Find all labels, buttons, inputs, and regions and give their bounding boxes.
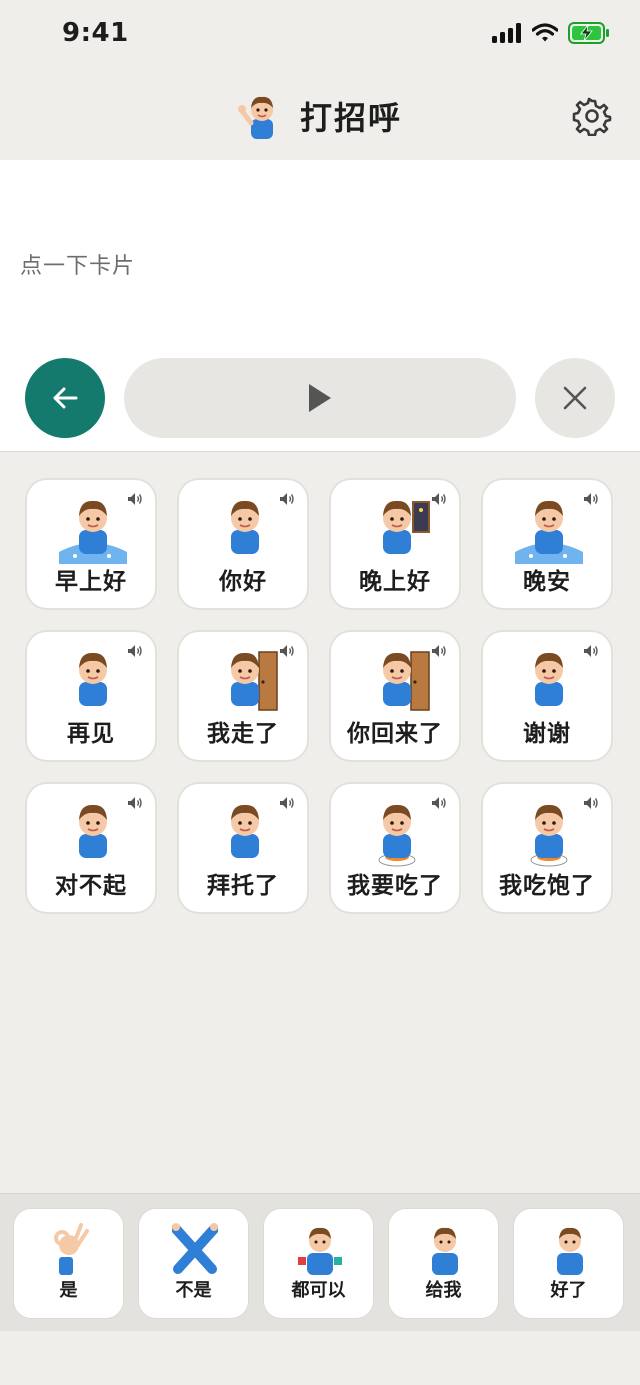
phrase-card-label: 你回来了: [347, 721, 443, 747]
clear-button[interactable]: [535, 358, 615, 438]
quick-reply-card[interactable]: 给我: [388, 1208, 499, 1319]
boy-waving-icon: [237, 96, 273, 139]
cellular-signal-icon: [492, 23, 521, 43]
quick-reply-label: 是: [59, 1280, 78, 1301]
boy-door-leaving-icon: [231, 651, 278, 711]
speaker-icon: [584, 797, 598, 809]
page-title: 打招呼: [299, 99, 402, 137]
phrase-card-label: 晚上好: [359, 569, 431, 595]
boy-full-icon: [530, 804, 568, 867]
speaker-icon: [128, 797, 142, 809]
boy-two-choices-icon: [298, 1227, 342, 1275]
ok-hand-icon: [54, 1223, 89, 1275]
speaker-icon: [280, 797, 294, 809]
header: 打招呼: [0, 72, 640, 160]
speaker-icon: [432, 493, 446, 505]
play-icon: [309, 384, 331, 412]
phrase-card[interactable]: 我要吃了: [329, 782, 461, 914]
phrase-card-label: 晚安: [523, 569, 571, 595]
quick-reply-label: 不是: [175, 1280, 212, 1301]
quick-reply-row: 是 不是 都可以 给我 好了: [13, 1208, 624, 1319]
speaker-icon: [432, 797, 446, 809]
phrase-card-label: 早上好: [55, 569, 127, 595]
boy-sleeping-icon: [515, 500, 583, 564]
phrase-card[interactable]: 拜托了: [177, 782, 309, 914]
boy-give-me-icon: [432, 1227, 458, 1275]
message-placeholder: 点一下卡片: [20, 254, 136, 279]
phrase-card[interactable]: 谢谢: [481, 630, 613, 762]
phrase-card[interactable]: 早上好: [25, 478, 157, 610]
quick-reply-bar: 是 不是 都可以 给我 好了: [0, 1193, 640, 1331]
settings-button[interactable]: [572, 96, 612, 137]
wifi-icon: [532, 23, 558, 42]
status-time: 9:41: [62, 18, 129, 48]
speaker-icon: [584, 493, 598, 505]
boy-leaving-icon: [79, 652, 107, 706]
boy-evening-window-icon: [383, 500, 430, 554]
phrase-card[interactable]: 我吃饱了: [481, 782, 613, 914]
phrase-card[interactable]: 再见: [25, 630, 157, 762]
phrase-card-label: 再见: [67, 721, 115, 747]
boy-eating-icon: [378, 804, 416, 867]
play-sentence-button[interactable]: [124, 358, 516, 438]
phrase-card-label: 对不起: [55, 873, 127, 899]
quick-reply-label: 给我: [425, 1280, 462, 1301]
quick-reply-card[interactable]: 好了: [513, 1208, 624, 1319]
phrase-card[interactable]: 晚上好: [329, 478, 461, 610]
quick-reply-card[interactable]: 不是: [138, 1208, 249, 1319]
speaker-icon: [280, 645, 294, 657]
speaker-icon: [584, 645, 598, 657]
status-bar: 9:41: [0, 0, 640, 70]
boy-thanks-icon: [535, 652, 563, 706]
quick-reply-label: 好了: [550, 1280, 587, 1301]
boy-waking-up-icon: [59, 500, 127, 564]
status-icons: [492, 22, 610, 44]
quick-reply-card[interactable]: 都可以: [263, 1208, 374, 1319]
divider: [0, 451, 640, 452]
close-icon: [563, 386, 587, 410]
quick-reply-card[interactable]: 是: [13, 1208, 124, 1319]
phrase-card[interactable]: 我走了: [177, 630, 309, 762]
boy-done-icon: [557, 1227, 583, 1275]
back-button[interactable]: [25, 358, 105, 438]
phrase-card-label: 你好: [219, 569, 267, 595]
boy-waving-icon: [231, 500, 259, 554]
boy-door-welcome-icon: [383, 651, 430, 711]
message-area: 点一下卡片: [0, 160, 640, 452]
phrase-card-label: 我要吃了: [347, 873, 443, 899]
phrase-card-label: 拜托了: [207, 873, 279, 899]
phrase-card[interactable]: 晚安: [481, 478, 613, 610]
phrase-card-grid: 早上好 你好 晚上好 晚安再见 我走了 你回来了 谢谢对不起 拜托了 我要吃了 我吃饱了: [25, 478, 615, 914]
phrase-card[interactable]: 对不起: [25, 782, 157, 914]
phrase-card-label: 谢谢: [523, 721, 571, 747]
phrase-card[interactable]: 你好: [177, 478, 309, 610]
quick-reply-label: 都可以: [291, 1280, 346, 1301]
boy-pleading-icon: [231, 804, 259, 858]
header-title-wrap: 打招呼: [0, 72, 640, 160]
crossed-arms-icon: [172, 1223, 218, 1274]
speaker-icon: [128, 493, 142, 505]
phrase-card[interactable]: 你回来了: [329, 630, 461, 762]
gear-icon: [572, 97, 612, 137]
battery-charging-icon: [568, 22, 609, 44]
speaker-icon: [128, 645, 142, 657]
speaker-icon: [432, 645, 446, 657]
phrase-card-label: 我吃饱了: [499, 873, 595, 899]
boy-bowing-icon: [79, 804, 107, 858]
speaker-icon: [280, 493, 294, 505]
phrase-card-label: 我走了: [207, 721, 279, 747]
arrow-left-icon: [53, 387, 78, 409]
